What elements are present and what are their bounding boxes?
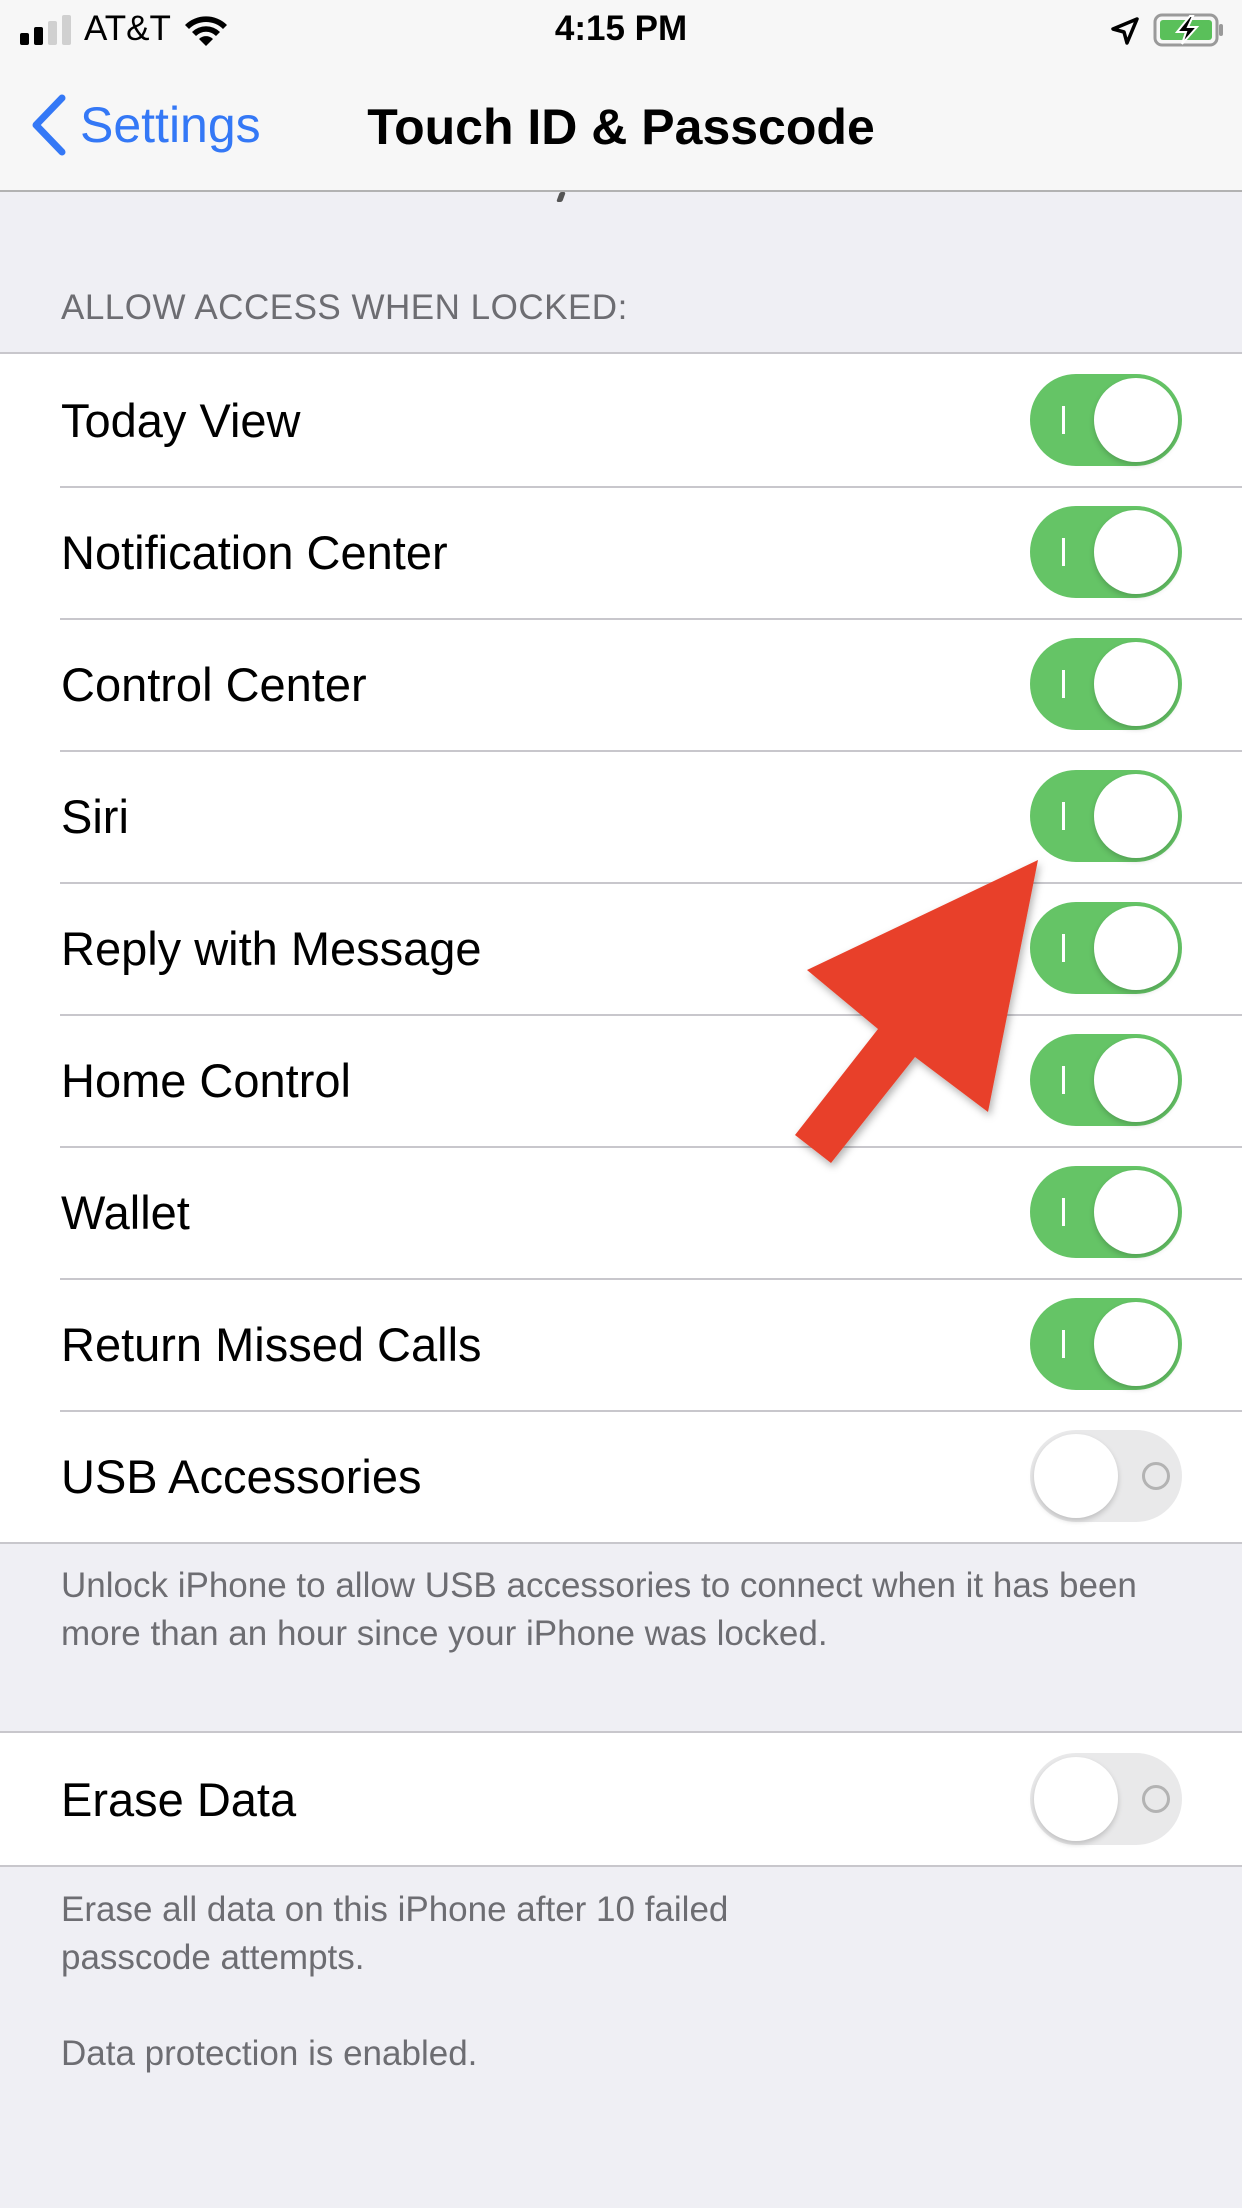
allow-access-group: Today View Notification Center Control C… xyxy=(0,352,1242,1544)
row-label: Home Control xyxy=(61,1053,351,1107)
settings-row-notification-center: Notification Center xyxy=(0,486,1242,618)
toggle-knob xyxy=(1094,1038,1178,1122)
row-label: Siri xyxy=(61,789,129,843)
settings-row-reply-with-message: Reply with Message xyxy=(0,882,1242,1014)
toggle-knob xyxy=(1034,1757,1118,1841)
usb-accessories-footer: Unlock iPhone to allow USB accessories t… xyxy=(61,1566,1137,1653)
row-label: USB Accessories xyxy=(61,1449,422,1503)
on-indicator xyxy=(1062,406,1065,434)
on-indicator xyxy=(1062,1330,1065,1358)
page-title: Touch ID & Passcode xyxy=(367,99,875,155)
on-indicator xyxy=(1062,1198,1065,1226)
section-header: ALLOW ACCESS WHEN LOCKED: xyxy=(61,288,628,327)
on-indicator xyxy=(1062,934,1065,962)
on-indicator xyxy=(1062,670,1065,698)
location-arrow-icon xyxy=(1111,17,1139,45)
toggle-knob xyxy=(1094,510,1178,594)
data-protection-status: Data protection is enabled. xyxy=(61,2034,478,2073)
row-label: Return Missed Calls xyxy=(61,1317,482,1371)
row-label: Control Center xyxy=(61,657,367,711)
today-view-toggle[interactable] xyxy=(1030,374,1182,466)
toggle-knob xyxy=(1094,1170,1178,1254)
clock: 4:15 PM xyxy=(554,9,688,48)
settings-row-wallet: Wallet xyxy=(0,1146,1242,1278)
scrolled-content-fragment xyxy=(556,192,566,202)
wallet-toggle[interactable] xyxy=(1030,1166,1182,1258)
toggle-knob xyxy=(1094,774,1178,858)
home-control-toggle[interactable] xyxy=(1030,1034,1182,1126)
status-bar: AT&T 4:15 PM xyxy=(0,0,1242,60)
settings-row-siri: Siri xyxy=(0,750,1242,882)
toggle-knob xyxy=(1094,642,1178,726)
notification-center-toggle[interactable] xyxy=(1030,506,1182,598)
erase-data-group: Erase Data xyxy=(0,1731,1242,1867)
row-label: Erase Data xyxy=(61,1772,297,1826)
on-indicator xyxy=(1062,802,1065,830)
usb-accessories-toggle[interactable] xyxy=(1030,1430,1182,1522)
on-indicator xyxy=(1062,538,1065,566)
control-center-toggle[interactable] xyxy=(1030,638,1182,730)
settings-row-today-view: Today View xyxy=(0,354,1242,486)
settings-row-return-missed-calls: Return Missed Calls xyxy=(0,1278,1242,1410)
toggle-knob xyxy=(1094,378,1178,462)
toggle-knob xyxy=(1034,1434,1118,1518)
settings-row-control-center: Control Center xyxy=(0,618,1242,750)
reply-with-message-toggle[interactable] xyxy=(1030,902,1182,994)
row-label: Notification Center xyxy=(61,525,448,579)
navigation-bar: Settings Touch ID & Passcode xyxy=(0,60,1242,192)
settings-row-erase-data: Erase Data xyxy=(0,1733,1242,1865)
toggle-knob xyxy=(1094,1302,1178,1386)
erase-data-footer: Erase all data on this iPhone after 10 f… xyxy=(61,1890,729,1977)
toggle-knob xyxy=(1094,906,1178,990)
battery-charging-icon xyxy=(1153,13,1223,47)
return-missed-calls-toggle[interactable] xyxy=(1030,1298,1182,1390)
row-label: Today View xyxy=(61,393,301,447)
settings-row-usb-accessories: USB Accessories xyxy=(0,1410,1242,1542)
siri-toggle[interactable] xyxy=(1030,770,1182,862)
erase-data-toggle[interactable] xyxy=(1030,1753,1182,1845)
off-indicator xyxy=(1142,1785,1170,1813)
settings-row-home-control: Home Control xyxy=(0,1014,1242,1146)
on-indicator xyxy=(1062,1066,1065,1094)
off-indicator xyxy=(1142,1462,1170,1490)
row-label: Wallet xyxy=(61,1185,190,1239)
row-label: Reply with Message xyxy=(61,921,482,975)
